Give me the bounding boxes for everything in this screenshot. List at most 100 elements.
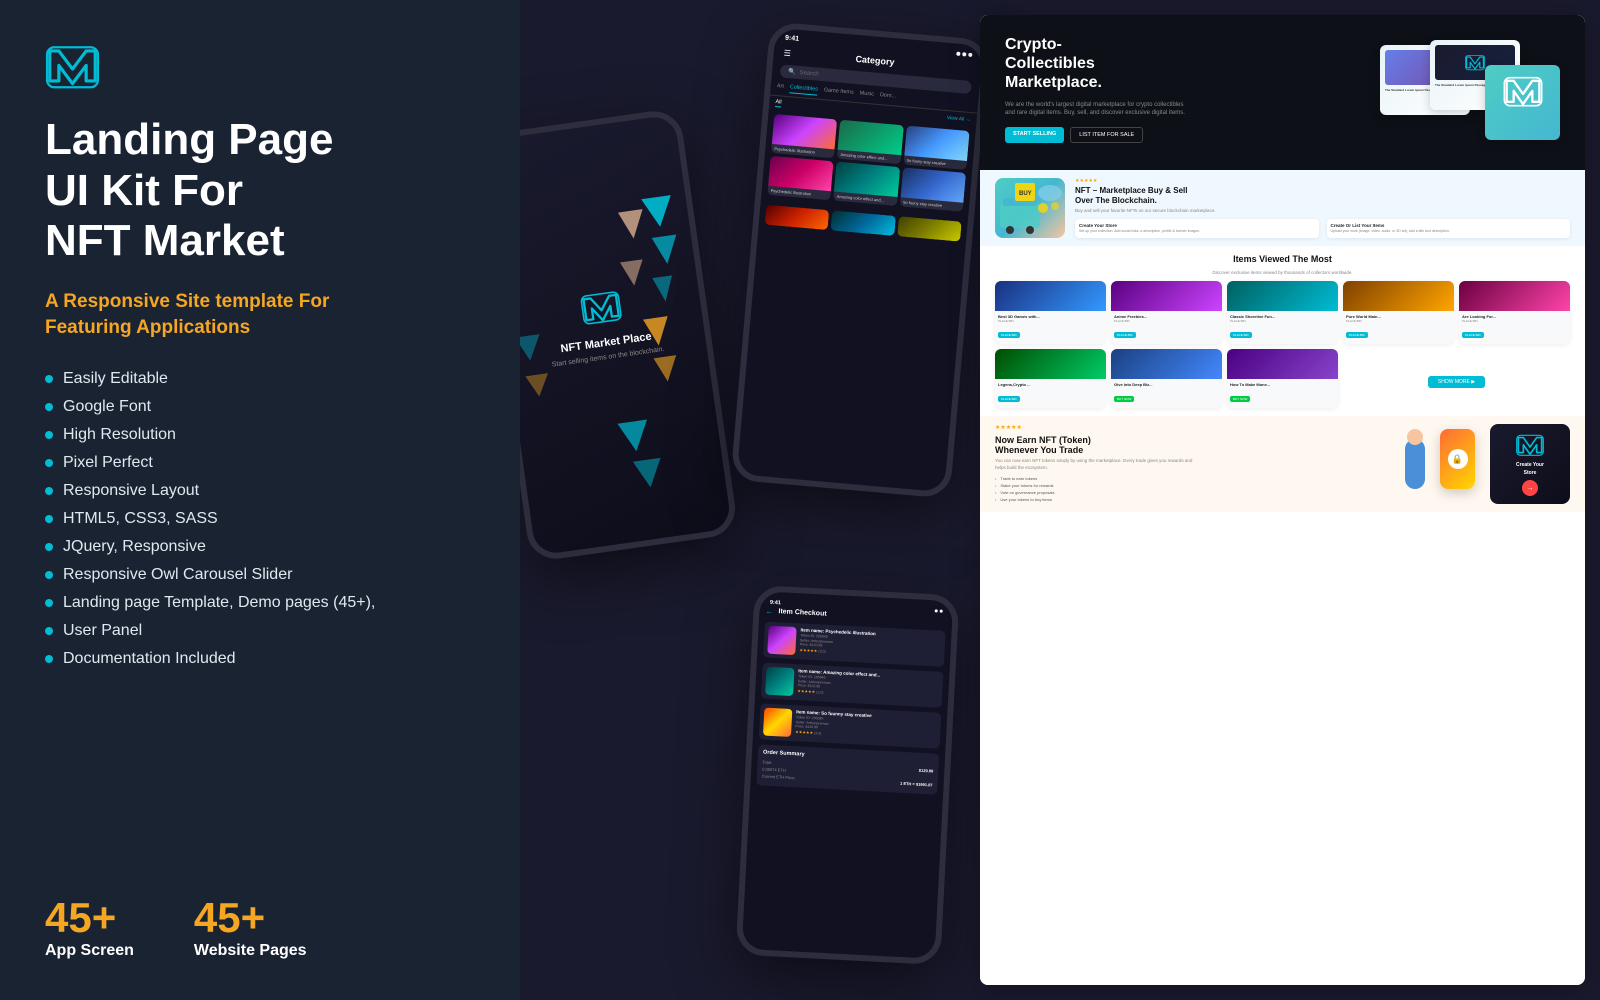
web-earn-section: ★★★★★ Now Earn NFT (Token)Whenever You T… — [980, 416, 1585, 512]
phone-category-screen: 9:41 ☰ Category 🔍 Search — [737, 28, 983, 492]
brand-logo — [45, 40, 105, 95]
list-item: User Panel — [45, 622, 475, 640]
nft-card — [897, 216, 962, 241]
checkout-item-2: Item name: Amazing color effect and... T… — [761, 662, 944, 707]
phone-big: NFT Market Place Start selling items on … — [520, 107, 739, 562]
web-buy-title: NFT – Marketplace Buy & SellOver The Blo… — [1075, 186, 1570, 205]
place-bid-button[interactable]: PLACE BID — [1114, 332, 1136, 338]
nft-card: Amazing color effect and... — [837, 120, 903, 164]
list-item: JQuery, Responsive — [45, 538, 475, 556]
nft-card: So fuuny stay creative — [903, 126, 969, 170]
nft-card: Psychedelic Illustration — [767, 156, 833, 200]
phone-checkout: 9:41 ← Item Checkout Item name: Psychede… — [735, 585, 959, 965]
web-buy-rating: ★★★★★ — [1075, 178, 1570, 184]
create-store-arrow[interactable]: → — [1522, 480, 1538, 496]
list-item: Documentation Included — [45, 650, 475, 668]
checkout-item-info-1: Item name: Psychedelic illustration Toke… — [799, 627, 941, 662]
checkout-item-img-1 — [767, 626, 796, 655]
nft-card — [765, 205, 830, 230]
web-items-subtitle: Discover exclusive items viewed by thous… — [995, 270, 1570, 275]
list-item: Google Font — [45, 398, 475, 416]
web-preview-card-3 — [1485, 65, 1560, 140]
main-title: Landing Page UI Kit For NFT Market — [45, 115, 475, 267]
nft-card: Psychedelic Illustration — [771, 114, 837, 158]
stats-row: 45+ App Screen 45+ Website Pages — [45, 894, 475, 960]
web-item-card: Best 3D Games with... PLACE BID PLACE BI… — [995, 281, 1106, 344]
list-item: HTML5, CSS3, SASS — [45, 510, 475, 528]
place-bid-button[interactable]: PLACE BID — [1462, 332, 1484, 338]
web-hero-image: The Standard Lorem Ipsum Passage, Used S… — [1380, 35, 1560, 155]
stat-app-number: 45+ — [45, 894, 134, 942]
status-icons — [956, 51, 972, 56]
web-item-card: Anime Freebies... PLACE BID PLACE BID — [1111, 281, 1222, 344]
web-item-card: Pure World Main... PLACE BID PLACE BID — [1343, 281, 1454, 344]
place-bid-button[interactable]: PLACE BID — [998, 396, 1020, 402]
right-panel: NFT Market Place Start selling items on … — [520, 0, 1600, 1000]
web-earn-text: ★★★★★ Now Earn NFT (Token)Whenever You T… — [995, 424, 1390, 504]
list-item-button[interactable]: LIST ITEM FOR SALE — [1070, 127, 1143, 143]
place-bid-button[interactable]: PLACE BID — [1230, 332, 1252, 338]
cat-tab-art[interactable]: Art — [776, 83, 784, 93]
view-all-link[interactable]: View All → — [947, 115, 971, 123]
web-item-card: Are Looking For... PLACE BID PLACE BID — [1459, 281, 1570, 344]
show-more-button[interactable]: SHOW MORE ▶ — [1428, 376, 1485, 388]
back-button[interactable]: ← — [765, 606, 773, 615]
nft-card — [831, 210, 896, 235]
filter-all[interactable]: All — [775, 99, 782, 108]
web-items-title: Items Viewed The Most — [995, 254, 1570, 264]
create-store-title: Create Your — [1516, 462, 1544, 468]
web-buy-step-1: Create Your Store Set up your collection… — [1075, 219, 1319, 238]
web-buy-steps: Create Your Store Set up your collection… — [1075, 219, 1570, 238]
start-selling-button[interactable]: START SELLING — [1005, 127, 1064, 143]
checkout-item-3: Item name: So fuunny stay creative Token… — [759, 703, 942, 748]
web-earn-content: ★★★★★ Now Earn NFT (Token)Whenever You T… — [995, 424, 1570, 504]
web-items-row1: Best 3D Games with... PLACE BID PLACE BI… — [995, 281, 1570, 344]
stat-website-number: 45+ — [194, 894, 307, 942]
checkout-screen: 9:41 ← Item Checkout Item name: Psychede… — [742, 591, 953, 959]
nft-card: So fuuny stay creative — [899, 167, 965, 211]
stat-website-label: Website Pages — [194, 942, 307, 960]
web-hero-section: Crypto-CollectiblesMarketplace. We are t… — [980, 15, 1585, 170]
checkout-title: Item Checkout — [778, 608, 827, 618]
phone-category: 9:41 ☰ Category 🔍 Search — [730, 21, 989, 498]
earn-bullets: •Trade to earn tokens •Stake your tokens… — [995, 476, 1390, 502]
web-buy-step-2: Create Or List Your Items Upload your wo… — [1327, 219, 1571, 238]
place-bid-button[interactable]: PLACE BID — [998, 332, 1020, 338]
cat-tab-games[interactable]: Game Items — [823, 87, 854, 99]
cat-tab-dom[interactable]: Dom... — [879, 92, 896, 102]
phones-area: NFT Market Place Start selling items on … — [520, 0, 980, 1000]
checkout-item-img-3 — [763, 708, 792, 737]
place-bid-button[interactable]: PLACE BID — [1346, 332, 1368, 338]
web-earn-title: Now Earn NFT (Token)Whenever You Trade — [995, 435, 1390, 455]
buy-now-button[interactable]: BUY NOW — [1114, 396, 1134, 402]
web-item-card: How To Make Mone... BUY NOW — [1227, 349, 1338, 408]
web-items-row2: Legens,Crypto ... PLACE BID Give Into De… — [995, 349, 1570, 408]
web-hero-buttons: START SELLING LIST ITEM FOR SALE — [1005, 127, 1380, 143]
cat-tab-music[interactable]: Music — [859, 90, 874, 100]
nft-grid: Psychedelic Illustration Amazing color e… — [761, 109, 976, 216]
checkout-item-info-3: Item name: So fuunny stay creative Token… — [795, 709, 937, 744]
buy-now-button[interactable]: BUY NOW — [1230, 396, 1250, 402]
web-item-card: Legens,Crypto ... PLACE BID — [995, 349, 1106, 408]
web-items-section: Items Viewed The Most Discover exclusive… — [980, 246, 1585, 416]
earn-rating-row: ★★★★★ — [995, 424, 1390, 431]
svg-text:BUY: BUY — [1019, 191, 1032, 197]
list-item: Pixel Perfect — [45, 454, 475, 472]
web-earn-desc: You can now earn NFT tokens simply by us… — [995, 458, 1195, 471]
list-item: High Resolution — [45, 426, 475, 444]
features-list: Easily Editable Google Font High Resolut… — [45, 370, 475, 668]
create-store-preview: Create Your Store → — [1490, 424, 1570, 504]
order-summary: Order Summary Total: $120.99 0.06674 ETH… — [756, 744, 939, 794]
stat-app-screen: 45+ App Screen — [45, 894, 134, 960]
left-panel: Landing Page UI Kit For NFT Market A Res… — [0, 0, 520, 1000]
checkout-item-img-2 — [765, 667, 794, 696]
list-item: Landing page Template, Demo pages (45+), — [45, 594, 475, 612]
earn-illustration: 🔒 — [1405, 424, 1475, 504]
web-buy-sell-section: BUY ★★★★★ NFT – Marketplace Buy & SellOv… — [980, 170, 1585, 246]
list-item: Responsive Layout — [45, 482, 475, 500]
search-placeholder: Search — [799, 70, 818, 78]
list-item: Responsive Owl Carousel Slider — [45, 566, 475, 584]
cat-tab-collectibles[interactable]: Collectibles — [789, 84, 818, 95]
show-more-container: SHOW MORE ▶ — [1343, 349, 1570, 408]
web-buy-image: BUY — [995, 178, 1065, 238]
